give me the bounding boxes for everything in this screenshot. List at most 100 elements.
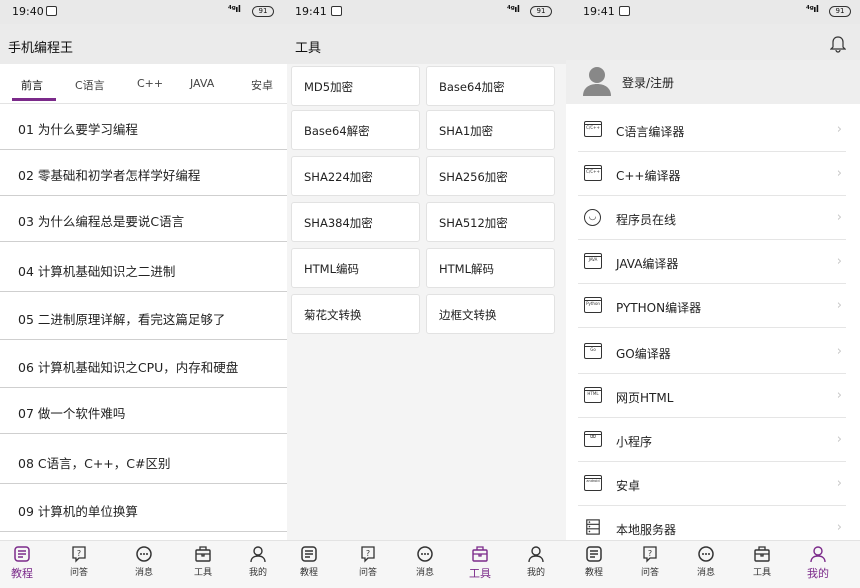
bell-icon[interactable]: [830, 35, 846, 53]
lesson-item[interactable]: 04 计算机基础知识之二进制: [0, 246, 287, 292]
nav-me[interactable]: 我的: [796, 545, 840, 581]
cpp-compiler-icon: C/C++: [584, 165, 602, 181]
page-title: 工具: [295, 41, 322, 56]
nav-qa[interactable]: ? 问答: [346, 545, 390, 578]
menu-label: PYTHON编译器: [616, 301, 702, 315]
nav-messages[interactable]: 消息: [122, 545, 166, 578]
nav-tutorial[interactable]: 教程: [0, 545, 44, 581]
status-time: 19:40: [12, 5, 44, 18]
tool-border-text[interactable]: 边框文转换: [426, 294, 555, 334]
tool-html-decode[interactable]: HTML解码: [426, 248, 555, 288]
menu-html[interactable]: HTML 网页HTML ›: [578, 374, 846, 418]
nav-tutorial[interactable]: 教程: [572, 545, 616, 578]
tab-c[interactable]: C语言: [75, 77, 105, 93]
message-icon: [417, 546, 433, 562]
nav-label: 我的: [526, 568, 545, 578]
nav-me[interactable]: 我的: [236, 545, 280, 578]
lesson-item[interactable]: 08 C语言，C++，C#区别: [0, 438, 287, 484]
menu-mini-program[interactable]: ∞ 小程序 ›: [578, 418, 846, 462]
tool-label: SHA224加密: [304, 170, 373, 184]
notification-icon: [331, 6, 342, 16]
menu-programmer-online[interactable]: ◡ 程序员在线 ›: [578, 196, 846, 240]
lesson-title: 09 计算机的单位换算: [18, 504, 138, 519]
tool-html-encode[interactable]: HTML编码: [291, 248, 420, 288]
tutorials-screen: 19:40 ⁴ᵍıl 91 手机编程王 前言 C语言 C++ JAVA 安卓 0…: [0, 0, 287, 588]
app-bar: 手机编程王: [0, 24, 287, 64]
bottom-nav: 教程 ? 问答 消息 工具 我的: [287, 540, 566, 588]
online-icon: ◡: [584, 209, 601, 226]
tab-cpp[interactable]: C++: [137, 77, 163, 90]
c-compiler-icon: C/C++: [584, 121, 602, 137]
menu-cpp-compiler[interactable]: C/C++ C++编译器 ›: [578, 152, 846, 196]
menu-c-compiler[interactable]: C/C++ C语言编译器 ›: [578, 108, 846, 152]
tool-chrysanthemum-text[interactable]: 菊花文转换: [291, 294, 420, 334]
tools-screen: 19:41 ⁴ᵍıl 91 工具 MD5加密 Base64加密 Base64解密…: [287, 0, 566, 588]
lesson-title: 04 计算机基础知识之二进制: [18, 264, 176, 279]
tool-label: SHA384加密: [304, 216, 373, 230]
status-bar: 19:41 ⁴ᵍıl 91: [566, 0, 860, 24]
lesson-item[interactable]: 01 为什么要学习编程: [0, 104, 287, 150]
menu-java-compiler[interactable]: JAVA JAVA编译器 ›: [578, 240, 846, 284]
question-icon: ?: [643, 546, 657, 563]
nav-tools[interactable]: 工具: [740, 545, 784, 578]
lesson-item[interactable]: 07 做一个软件难吗: [0, 388, 287, 434]
nav-tutorial[interactable]: 教程: [287, 545, 331, 578]
mini-program-icon: ∞: [584, 431, 602, 447]
nav-label: 教程: [299, 568, 318, 578]
tool-sha512-encrypt[interactable]: SHA512加密: [426, 202, 555, 242]
nav-messages[interactable]: 消息: [684, 545, 728, 578]
tool-md5-encrypt[interactable]: MD5加密: [291, 66, 420, 106]
chevron-right-icon: ›: [836, 166, 842, 181]
battery-icon: 91: [530, 6, 552, 17]
chevron-right-icon: ›: [836, 254, 842, 269]
lesson-title: 08 C语言，C++，C#区别: [18, 456, 171, 471]
bottom-nav: 教程 ? 问答 消息 工具 我的: [0, 540, 287, 588]
tutorial-icon: [301, 546, 317, 562]
lesson-item[interactable]: 06 计算机基础知识之CPU，内存和硬盘: [0, 342, 287, 388]
category-tabs: 前言 C语言 C++ JAVA 安卓: [0, 64, 287, 104]
tool-sha384-encrypt[interactable]: SHA384加密: [291, 202, 420, 242]
login-register-row[interactable]: 登录/注册: [566, 60, 860, 104]
nav-tools[interactable]: 工具: [181, 545, 225, 578]
menu-python-compiler[interactable]: Python PYTHON编译器 ›: [578, 284, 846, 328]
menu-go-compiler[interactable]: Go GO编译器 ›: [578, 330, 846, 374]
tool-label: MD5加密: [304, 80, 354, 94]
nav-qa[interactable]: ? 问答: [628, 545, 672, 578]
tool-label: Base64加密: [439, 80, 505, 94]
svg-text:?: ?: [366, 549, 370, 558]
lesson-item[interactable]: 03 为什么编程总是要说C语言: [0, 196, 287, 242]
lesson-item[interactable]: 02 零基础和初学者怎样学好编程: [0, 150, 287, 196]
tab-android[interactable]: 安卓: [251, 77, 273, 93]
bottom-nav: 教程 ? 问答 消息 工具 我的: [566, 540, 860, 588]
server-icon: [584, 519, 602, 535]
menu-label: 小程序: [616, 435, 653, 449]
lesson-title: 05 二进制原理详解，看完这篇足够了: [18, 312, 226, 327]
tool-sha1-encrypt[interactable]: SHA1加密: [426, 110, 555, 150]
lesson-title: 07 做一个软件难吗: [18, 406, 126, 421]
menu-android[interactable]: android 安卓 ›: [578, 462, 846, 506]
nav-label: 问答: [69, 568, 88, 578]
chevron-right-icon: ›: [836, 210, 842, 225]
battery-icon: 91: [252, 6, 274, 17]
lesson-item[interactable]: 05 二进制原理详解，看完这篇足够了: [0, 294, 287, 340]
tab-preface[interactable]: 前言: [21, 77, 43, 93]
lesson-item[interactable]: 09 计算机的单位换算: [0, 486, 287, 532]
tab-java[interactable]: JAVA: [190, 77, 214, 90]
tool-base64-decrypt[interactable]: Base64解密: [291, 110, 420, 150]
svg-text:?: ?: [648, 549, 652, 558]
chevron-right-icon: ›: [836, 520, 842, 535]
tool-base64-encrypt[interactable]: Base64加密: [426, 66, 555, 106]
notification-icon: [46, 6, 57, 16]
nav-qa[interactable]: ? 问答: [57, 545, 101, 578]
tool-sha256-encrypt[interactable]: SHA256加密: [426, 156, 555, 196]
nav-tools[interactable]: 工具: [458, 545, 502, 581]
tool-sha224-encrypt[interactable]: SHA224加密: [291, 156, 420, 196]
menu-label: GO编译器: [616, 347, 671, 361]
user-icon: [250, 546, 266, 563]
page-title: 手机编程王: [8, 41, 74, 56]
signal-icon: ⁴ᵍıl: [507, 5, 520, 15]
chevron-right-icon: ›: [836, 476, 842, 491]
toolbox-icon: [754, 546, 770, 562]
nav-me[interactable]: 我的: [514, 545, 558, 578]
nav-messages[interactable]: 消息: [403, 545, 447, 578]
